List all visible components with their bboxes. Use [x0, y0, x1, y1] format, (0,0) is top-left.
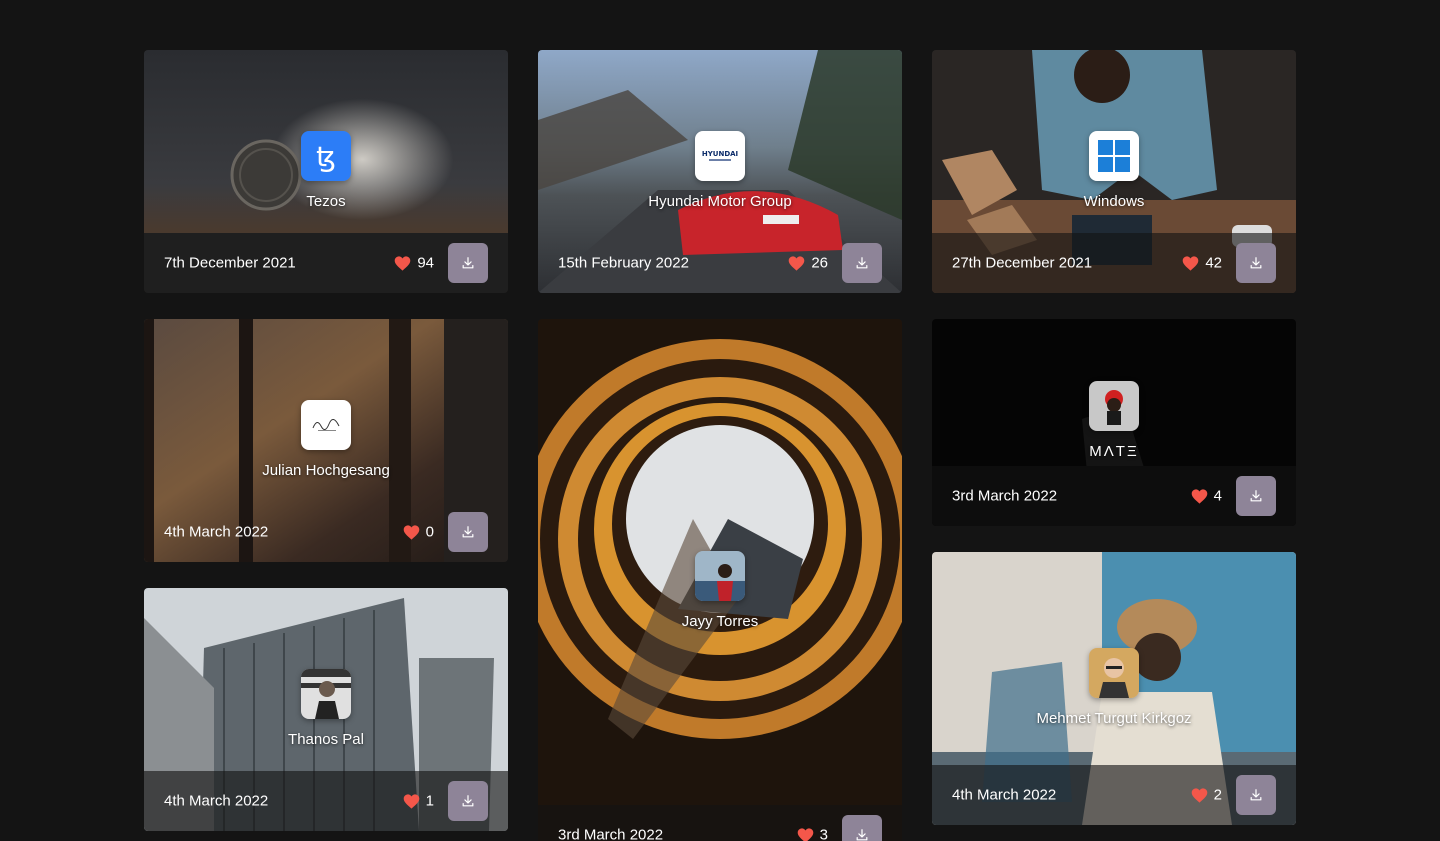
- likes-counter: 42: [1182, 255, 1222, 272]
- likes-count: 42: [1205, 254, 1222, 272]
- likes-count: 1: [425, 792, 434, 810]
- download-button[interactable]: [448, 781, 488, 821]
- card-footer: 4th March 2022 1: [144, 771, 508, 831]
- heart-icon: [789, 255, 805, 271]
- download-button[interactable]: [448, 512, 488, 552]
- svg-text:HYUNDAI: HYUNDAI: [702, 150, 738, 158]
- author-name[interactable]: Jayy Torres: [538, 613, 902, 630]
- likes-count: 0: [425, 523, 434, 541]
- heart-icon: [1183, 255, 1199, 271]
- photo-card[interactable]: HYUNDAI Hyundai Motor Group 15th Februar…: [538, 50, 902, 293]
- card-footer: 3rd March 2022 4: [932, 466, 1296, 526]
- likes-counter: 94: [394, 255, 434, 272]
- photo-card[interactable]: Mehmet Turgut Kirkgoz 4th March 2022 2: [932, 552, 1296, 825]
- photo-card[interactable]: MΛTΞ 3rd March 2022 4: [932, 319, 1296, 526]
- photo-card[interactable]: Julian Hochgesang 4th March 2022 0: [144, 319, 508, 562]
- card-footer: 4th March 2022 0: [144, 502, 508, 562]
- upload-date: 3rd March 2022: [952, 487, 1058, 505]
- likes-count: 26: [811, 254, 828, 272]
- likes-count: 4: [1213, 487, 1222, 505]
- download-button[interactable]: [448, 243, 488, 283]
- download-button[interactable]: [842, 243, 882, 283]
- heart-icon: [395, 255, 411, 271]
- upload-date: 3rd March 2022: [558, 826, 664, 841]
- heart-icon: [797, 827, 813, 841]
- author-name[interactable]: Mehmet Turgut Kirkgoz: [932, 710, 1296, 727]
- download-icon: [462, 795, 474, 807]
- download-icon: [462, 257, 474, 269]
- download-icon: [856, 829, 868, 841]
- heart-icon: [1191, 488, 1207, 504]
- user-avatar[interactable]: [695, 551, 745, 601]
- upload-date: 4th March 2022: [952, 786, 1057, 804]
- upload-date: 4th March 2022: [164, 792, 269, 810]
- likes-count: 2: [1213, 786, 1222, 804]
- heart-icon: [1191, 787, 1207, 803]
- windows-logo-icon[interactable]: [1089, 131, 1139, 181]
- download-icon: [1250, 789, 1262, 801]
- download-button[interactable]: [842, 815, 882, 841]
- author-name[interactable]: Julian Hochgesang: [144, 462, 508, 479]
- photo-card[interactable]: Windows 27th December 2021 42: [932, 50, 1296, 293]
- download-icon: [1250, 490, 1262, 502]
- likes-counter: 1: [403, 793, 434, 810]
- heart-icon: [403, 793, 419, 809]
- upload-date: 27th December 2021: [952, 254, 1093, 272]
- likes-counter: 2: [1191, 787, 1222, 804]
- likes-count: 3: [819, 826, 828, 841]
- author-name[interactable]: Thanos Pal: [144, 731, 508, 748]
- download-icon: [1250, 257, 1262, 269]
- signature-logo-icon[interactable]: [301, 400, 351, 450]
- card-footer: 3rd March 2022 3: [538, 805, 902, 841]
- tezos-logo-icon[interactable]: ꜩ: [301, 131, 351, 181]
- photo-card[interactable]: Jayy Torres 3rd March 2022 3: [538, 319, 902, 841]
- card-footer: 4th March 2022 2: [932, 765, 1296, 825]
- download-button[interactable]: [1236, 476, 1276, 516]
- svg-text:ꜩ: ꜩ: [316, 140, 336, 173]
- user-avatar[interactable]: [301, 669, 351, 719]
- card-footer: 15th February 2022 26: [538, 233, 902, 293]
- user-avatar[interactable]: [1089, 648, 1139, 698]
- heart-icon: [403, 524, 419, 540]
- hyundai-logo-icon[interactable]: HYUNDAI: [695, 131, 745, 181]
- download-icon: [856, 257, 868, 269]
- likes-count: 94: [417, 254, 434, 272]
- likes-counter: 26: [788, 255, 828, 272]
- photo-grid: ꜩ Tezos 7th December 2021 94 HYUNDAI Hyu…: [0, 0, 1440, 841]
- photo-card[interactable]: ꜩ Tezos 7th December 2021 94: [144, 50, 508, 293]
- likes-counter: 0: [403, 524, 434, 541]
- download-button[interactable]: [1236, 775, 1276, 815]
- author-name[interactable]: MΛTΞ: [932, 443, 1296, 460]
- likes-counter: 4: [1191, 488, 1222, 505]
- likes-counter: 3: [797, 827, 828, 841]
- card-footer: 7th December 2021 94: [144, 233, 508, 293]
- author-name[interactable]: Tezos: [144, 193, 508, 210]
- upload-date: 4th March 2022: [164, 523, 269, 541]
- download-icon: [462, 526, 474, 538]
- photo-card[interactable]: Thanos Pal 4th March 2022 1: [144, 588, 508, 831]
- upload-date: 7th December 2021: [164, 254, 296, 272]
- download-button[interactable]: [1236, 243, 1276, 283]
- author-name[interactable]: Windows: [932, 193, 1296, 210]
- user-avatar[interactable]: [1089, 381, 1139, 431]
- author-name[interactable]: Hyundai Motor Group: [538, 193, 902, 210]
- card-footer: 27th December 2021 42: [932, 233, 1296, 293]
- upload-date: 15th February 2022: [558, 254, 689, 272]
